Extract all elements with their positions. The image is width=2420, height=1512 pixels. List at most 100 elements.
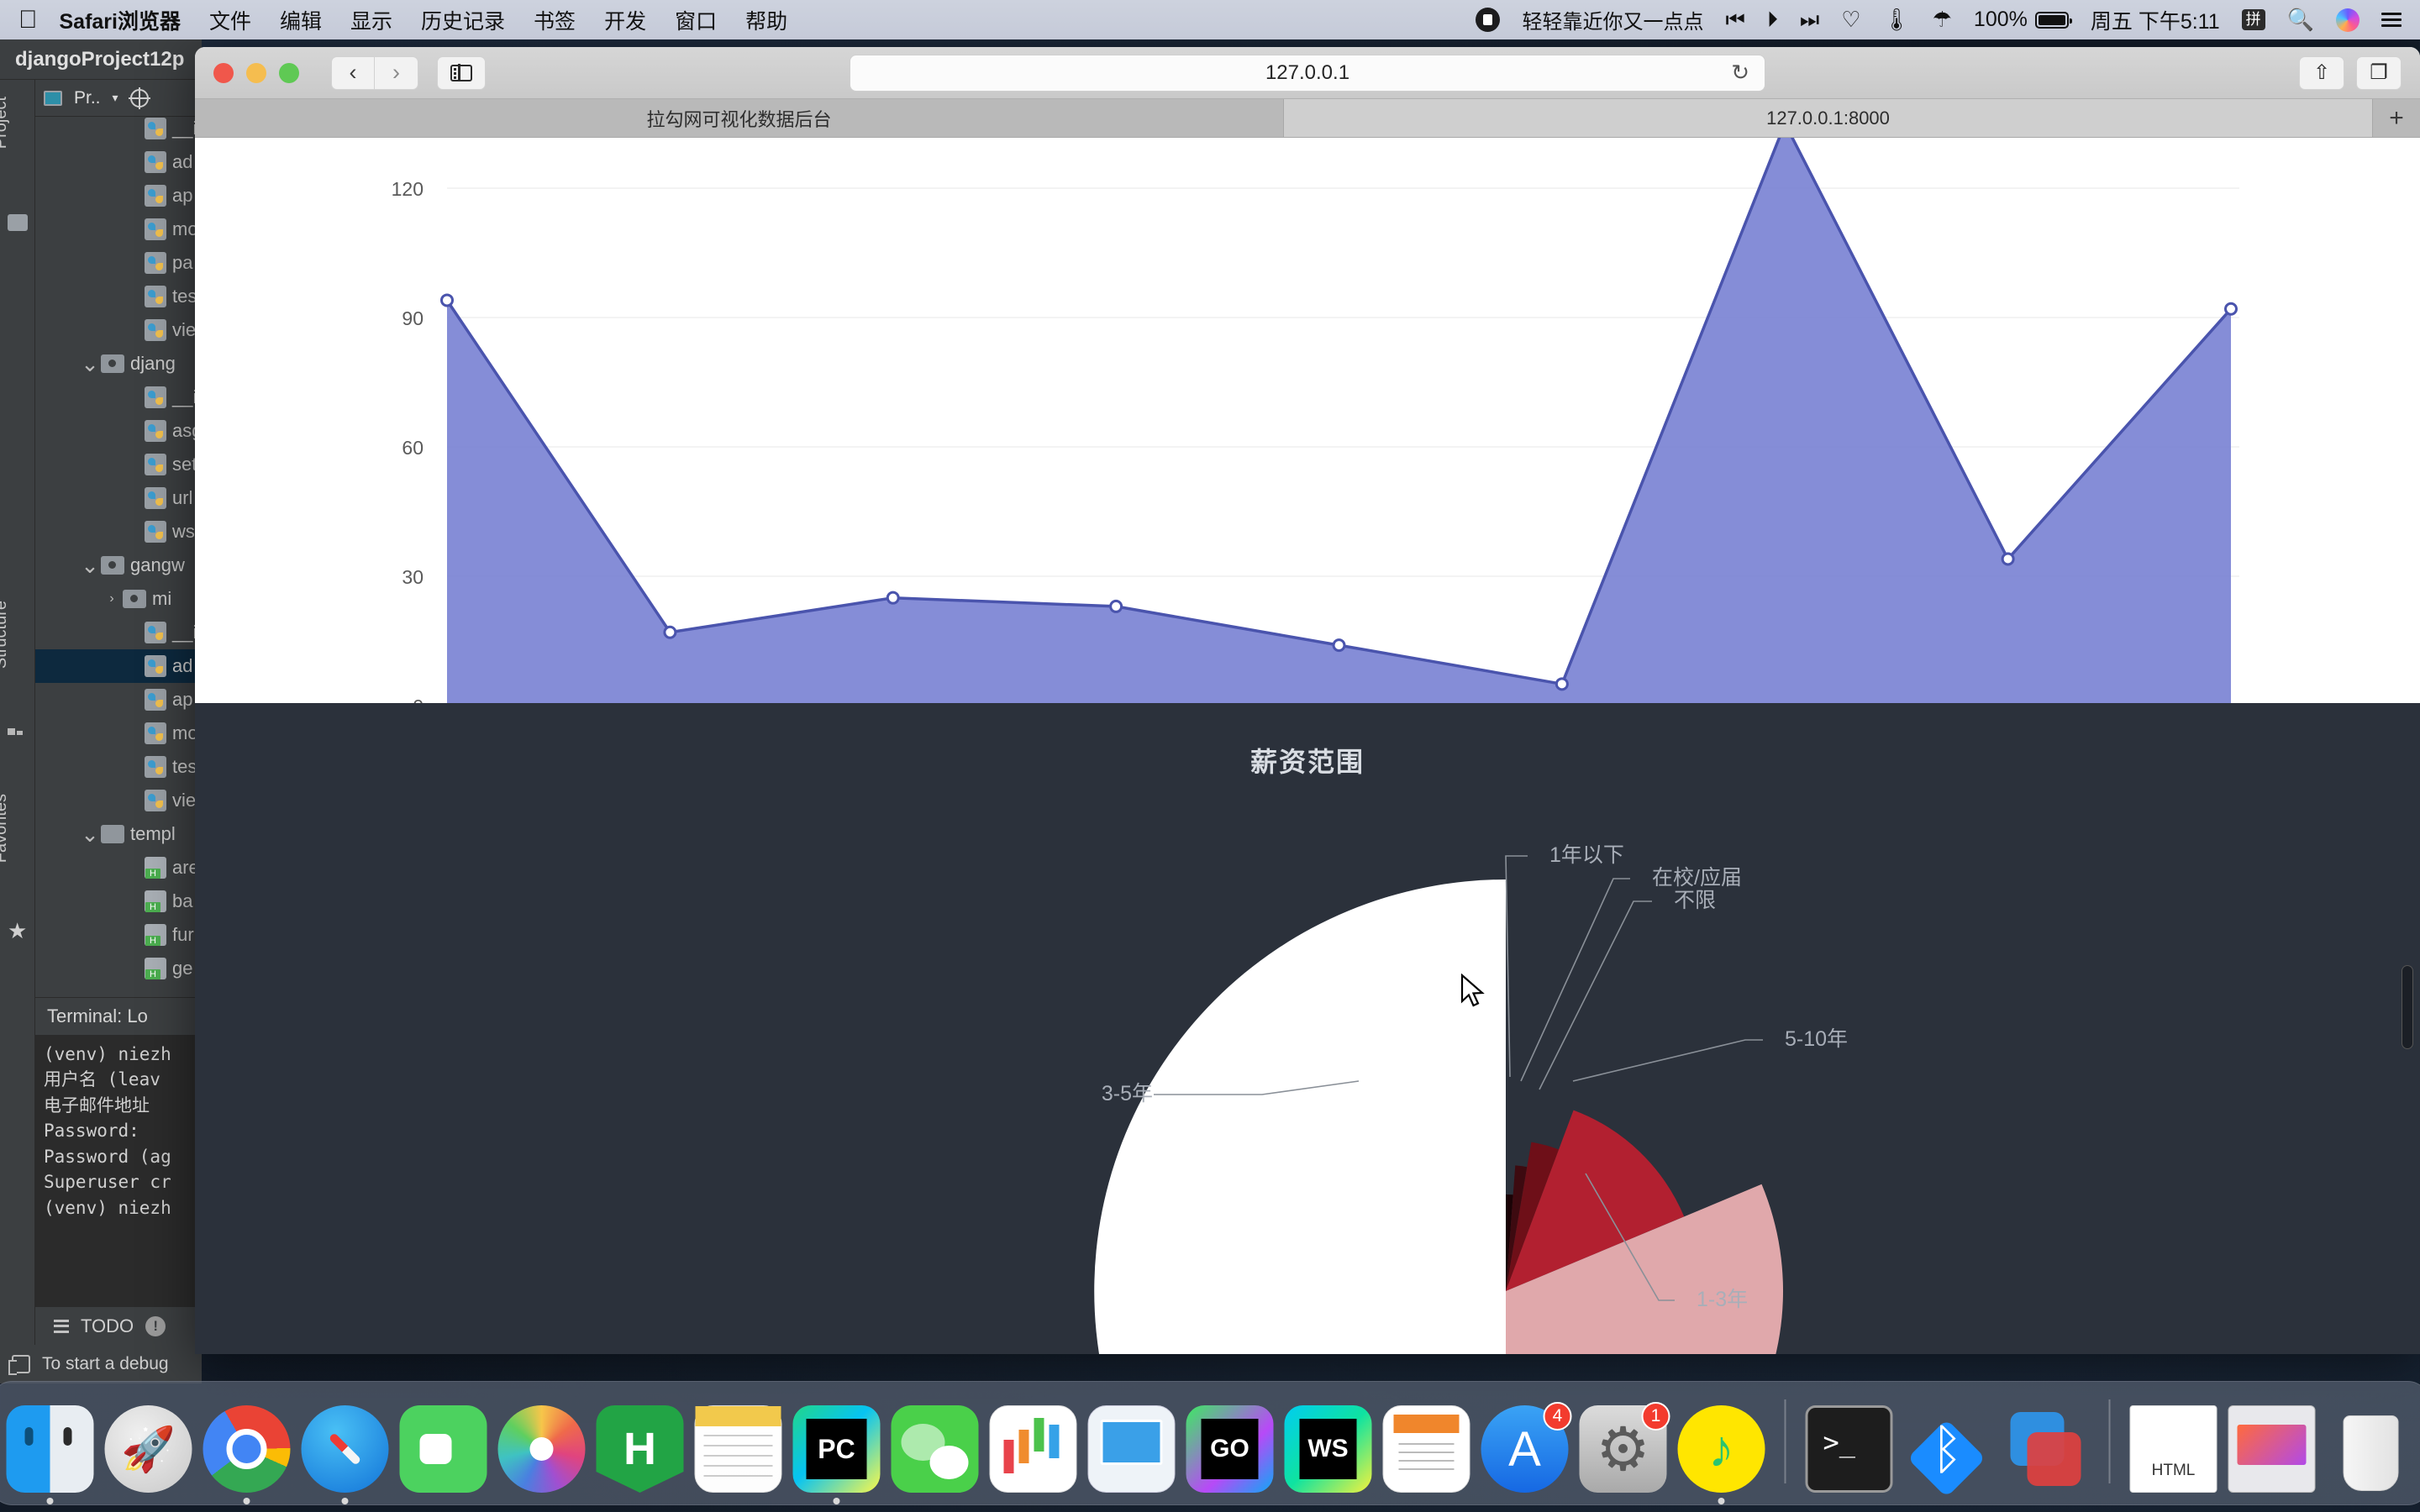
chevron-down-icon[interactable]: ⌄ xyxy=(79,554,101,576)
browser-tab-2[interactable]: 127.0.0.1:8000 xyxy=(1284,99,2373,137)
dock-item-goland[interactable] xyxy=(1186,1405,1274,1493)
menu-item-history[interactable]: 历史记录 xyxy=(421,5,505,35)
maximize-button[interactable] xyxy=(279,62,299,83)
tree-node[interactable]: ba xyxy=(35,885,202,918)
tree-node[interactable]: ad xyxy=(35,649,202,683)
chevron-down-icon[interactable]: ⌄ xyxy=(79,822,101,845)
new-tab-button[interactable]: + xyxy=(2373,99,2420,137)
flame-icon[interactable]: 🌡 xyxy=(1883,7,1911,33)
menu-item-help[interactable]: 帮助 xyxy=(745,5,787,35)
tab-overview-button[interactable]: ❐ xyxy=(2356,55,2402,90)
project-scope-label[interactable]: Pr.. xyxy=(74,88,101,108)
page-scrollbar[interactable] xyxy=(2402,965,2413,1049)
safari-tab-bar[interactable]: 拉勾网可视化数据后台 127.0.0.1:8000 + xyxy=(195,99,2420,138)
menu-item-bookmarks[interactable]: 书签 xyxy=(534,5,576,35)
pycharm-window[interactable]: djangoProject12p Project Structure Favor… xyxy=(0,39,202,1383)
tree-node[interactable]: fur xyxy=(35,918,202,952)
dock-item-system-preferences[interactable]: 1 xyxy=(1579,1402,1670,1493)
dock-item-safari[interactable] xyxy=(301,1405,389,1504)
close-button[interactable] xyxy=(213,62,234,83)
dock-item-google-chrome[interactable] xyxy=(203,1405,291,1504)
tree-node[interactable]: __i xyxy=(35,112,202,145)
todo-label[interactable]: TODO xyxy=(81,1315,134,1337)
mac-dock[interactable]: 4 1 xyxy=(0,1381,2420,1505)
data-point[interactable] xyxy=(886,591,900,605)
dock-item-numbers[interactable] xyxy=(989,1405,1077,1493)
tree-node[interactable]: pa xyxy=(35,246,202,280)
chevron-down-icon[interactable]: ▾ xyxy=(113,91,118,105)
safari-window[interactable]: ‹ › 127.0.0.1 ↻ ⇧ ❐ 拉勾网可视化数据后台 127.0.0.1… xyxy=(195,47,2420,1354)
apple-logo-icon[interactable]:  xyxy=(18,7,38,33)
data-point[interactable] xyxy=(1332,638,1346,653)
menu-app-name[interactable]: Safari浏览器 xyxy=(60,5,181,35)
tree-node[interactable]: › mi xyxy=(35,582,202,616)
now-playing-icon[interactable] xyxy=(1476,8,1501,32)
chevron-right-icon[interactable]: › xyxy=(101,591,123,606)
pycharm-left-rail[interactable]: Project Structure Favorites ★ xyxy=(0,80,35,1383)
dock-item-photos[interactable] xyxy=(497,1405,586,1493)
address-bar[interactable]: 127.0.0.1 ↻ xyxy=(850,54,1765,92)
tree-node[interactable]: ws xyxy=(35,515,202,549)
back-button[interactable]: ‹ xyxy=(331,55,375,90)
tree-node[interactable]: tes xyxy=(35,280,202,313)
siri-icon[interactable] xyxy=(2336,8,2360,32)
tree-node[interactable]: __i xyxy=(35,381,202,414)
dock-item-parallels[interactable] xyxy=(2002,1405,2090,1493)
minimize-button[interactable] xyxy=(246,62,266,83)
window-traffic-lights[interactable] xyxy=(213,62,299,83)
forward-button[interactable]: › xyxy=(375,55,418,90)
tree-node[interactable]: mo xyxy=(35,213,202,246)
tree-node[interactable]: asg xyxy=(35,414,202,448)
data-point[interactable] xyxy=(2224,302,2238,316)
tree-node[interactable]: ap xyxy=(35,179,202,213)
dock-item-pages[interactable] xyxy=(1382,1405,1470,1493)
rail-tab-project[interactable]: Project xyxy=(0,97,27,149)
pycharm-status-bar[interactable]: TODO ! xyxy=(35,1306,202,1345)
tree-node[interactable]: ⌄ djang xyxy=(35,347,202,381)
tree-node[interactable]: are xyxy=(35,851,202,885)
dock-item-notes[interactable] xyxy=(694,1405,782,1493)
tree-node[interactable]: tes xyxy=(35,750,202,784)
control-center-icon[interactable] xyxy=(2381,9,2402,30)
pie-slice[interactable] xyxy=(1094,879,1506,1354)
tree-node[interactable]: ⌄ templ xyxy=(35,817,202,851)
dock-item-launchpad[interactable] xyxy=(104,1405,192,1493)
data-point[interactable] xyxy=(2001,552,2015,566)
dock-item-terminal[interactable] xyxy=(1805,1405,1893,1493)
menu-item-edit[interactable]: 编辑 xyxy=(280,5,322,35)
fastforward-icon[interactable]: ⏭ xyxy=(1800,7,1819,34)
menu-item-view[interactable]: 显示 xyxy=(350,5,392,35)
dock-item-html-file[interactable] xyxy=(2129,1405,2217,1493)
data-point[interactable] xyxy=(1555,677,1569,691)
tree-node[interactable]: ge xyxy=(35,952,202,985)
warning-icon[interactable]: ! xyxy=(145,1315,166,1336)
menu-item-window[interactable]: 窗口 xyxy=(675,5,717,35)
dock-item-wechat[interactable] xyxy=(891,1405,979,1493)
rail-tab-favorites[interactable]: Favorites xyxy=(0,794,27,863)
menu-item-develop[interactable]: 开发 xyxy=(604,5,646,35)
input-method-indicator[interactable]: 拼 xyxy=(2241,9,2265,30)
dock-item-pycharm[interactable] xyxy=(792,1405,881,1504)
navigation-buttons[interactable]: ‹ › xyxy=(331,55,418,90)
browser-tab-1[interactable]: 拉勾网可视化数据后台 xyxy=(195,99,1284,137)
sidebar-toggle-button[interactable] xyxy=(437,55,486,90)
dock-item-app-store[interactable]: 4 xyxy=(1481,1402,1572,1493)
dock-item-finder[interactable] xyxy=(6,1405,94,1504)
search-icon[interactable]: 🔍 xyxy=(2287,7,2314,33)
chevron-down-icon[interactable]: ⌄ xyxy=(79,352,101,375)
dock-item-facetime[interactable] xyxy=(399,1405,487,1493)
battery-icon[interactable] xyxy=(2031,11,2072,29)
share-button[interactable]: ⇧ xyxy=(2299,55,2344,90)
dock-item-qq-music[interactable] xyxy=(1677,1405,1765,1504)
dock-item-webstorm[interactable] xyxy=(1284,1405,1372,1493)
play-icon[interactable]: ⏵ xyxy=(1767,7,1778,34)
data-point[interactable] xyxy=(1109,599,1123,613)
reload-icon[interactable]: ↻ xyxy=(1731,60,1749,86)
pycharm-terminal-panel[interactable]: Terminal: Lo (venv) niezh 用户名 (leav 电子邮件地址… xyxy=(35,997,202,1306)
locate-icon[interactable] xyxy=(128,87,150,109)
menu-item-file[interactable]: 文件 xyxy=(209,5,251,35)
dock-item-trash[interactable] xyxy=(2327,1405,2414,1493)
heart-icon[interactable]: ♡ xyxy=(1841,7,1860,33)
data-point[interactable] xyxy=(440,293,454,307)
tree-node[interactable]: ap xyxy=(35,683,202,717)
